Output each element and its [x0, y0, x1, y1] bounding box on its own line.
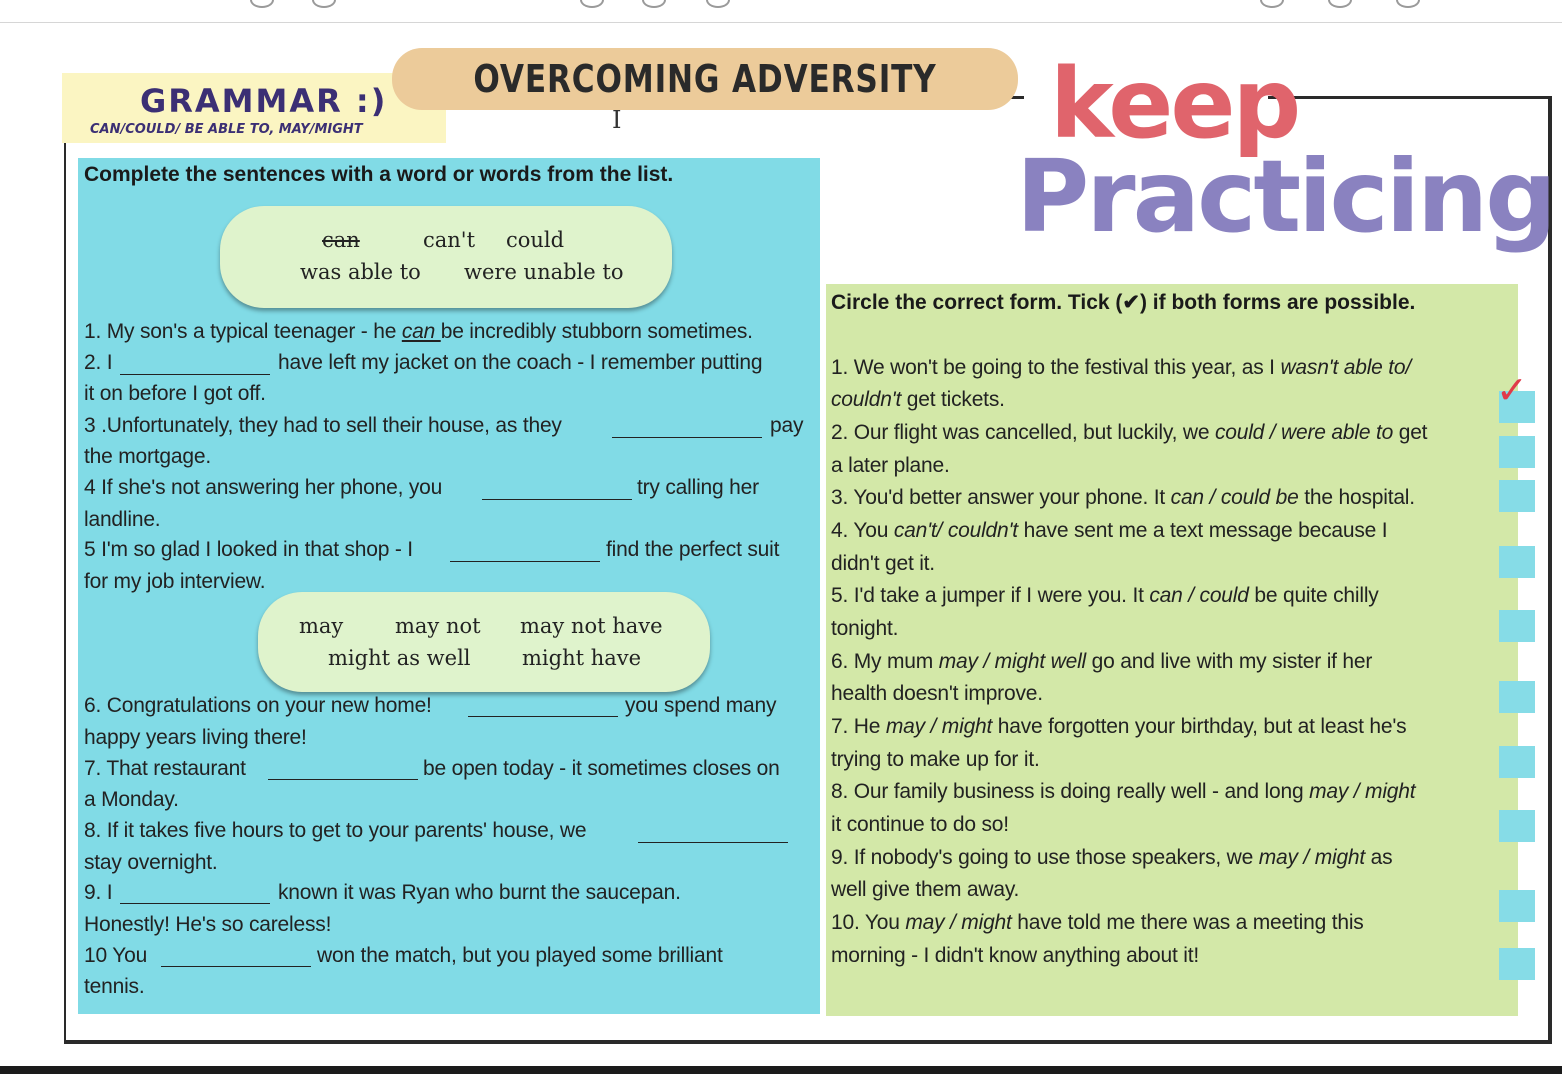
item-7-line2: trying to make up for it.	[831, 748, 1040, 771]
word-item: may	[299, 614, 344, 638]
answer-blank[interactable]	[450, 561, 600, 562]
sentence-7-cont: be open today - it sometimes closes on	[423, 757, 780, 780]
sentence-10: 10 You	[84, 944, 148, 967]
sentence-4-cont: try calling her	[637, 476, 759, 499]
tool-icon[interactable]	[580, 0, 604, 8]
word-item: were unable to	[464, 260, 624, 284]
answer-text: can	[401, 320, 441, 343]
sentence-2-cont: have left my jacket on the coach - I rem…	[278, 351, 763, 374]
word-item: might have	[522, 646, 642, 670]
answer-blank[interactable]	[161, 966, 311, 967]
tool-icon[interactable]	[642, 0, 666, 8]
tool-icon[interactable]	[250, 0, 274, 8]
grammar-title: GRAMMAR :)	[140, 82, 388, 120]
word-list-box: can can't could was able to were unable …	[220, 206, 672, 308]
sentence-3: 3 .Unfortunately, they had to sell their…	[84, 414, 562, 437]
item-8-line2: it continue to do so!	[831, 813, 1009, 836]
word-item: can	[322, 228, 360, 252]
sentence-3-line2: the mortgage.	[84, 445, 211, 468]
tick-box[interactable]	[1499, 436, 1535, 468]
item-9: 9. If nobody's going to use those speake…	[831, 846, 1393, 869]
sentence-9: 9. I	[84, 881, 113, 904]
frame-divider	[1268, 96, 1548, 99]
tick-box[interactable]	[1499, 890, 1535, 922]
tool-icon[interactable]	[1396, 0, 1420, 8]
item-6: 6. My mum may / might well go and live w…	[831, 650, 1373, 673]
item-4-line2: didn't get it.	[831, 552, 935, 575]
word-item: was able to	[300, 260, 421, 284]
answer-blank[interactable]	[120, 903, 270, 904]
answer-blank[interactable]	[612, 437, 762, 438]
answer-blank[interactable]	[268, 779, 418, 780]
item-2: 2. Our flight was cancelled, but luckily…	[831, 421, 1428, 444]
sentence-10-cont: won the match, but you played some brill…	[317, 944, 723, 967]
item-1-line2: couldn't get tickets.	[831, 388, 1005, 411]
tool-icon[interactable]	[706, 0, 730, 8]
check-mark-icon: ✓	[1496, 368, 1528, 412]
sentence-3-cont: pay	[770, 414, 804, 437]
tick-box[interactable]	[1499, 948, 1535, 980]
item-5-line2: tonight.	[831, 617, 899, 640]
sentence-9-cont: known it was Ryan who burnt the saucepan…	[278, 881, 681, 904]
word-item: could	[506, 228, 565, 252]
answer-blank[interactable]	[482, 499, 632, 500]
tool-icon[interactable]	[312, 0, 336, 8]
practicing-heading: Practicing	[1016, 138, 1557, 255]
tick-box[interactable]	[1499, 610, 1535, 642]
bottom-bar	[0, 1066, 1562, 1074]
word-item: might as well	[328, 646, 471, 670]
item-7: 7. He may / might have forgotten your bi…	[831, 715, 1407, 738]
sentence-10-line2: tennis.	[84, 975, 145, 998]
sentence-9-line2: Honestly! He's so careless!	[84, 913, 332, 936]
item-5: 5. I'd take a jumper if I were you. It c…	[831, 584, 1379, 607]
sentence-1: 1. My son's a typical teenager - he can …	[84, 320, 753, 343]
tick-box[interactable]	[1499, 810, 1535, 842]
item-3: 3. You'd better answer your phone. It ca…	[831, 486, 1415, 509]
tick-box[interactable]	[1499, 746, 1535, 778]
sentence-6-cont: you spend many	[625, 694, 777, 717]
tick-box[interactable]	[1499, 546, 1535, 578]
right-instruction: Circle the correct form. Tick (✔) if bot…	[831, 291, 1416, 314]
viewer-toolbar	[0, 0, 1562, 23]
item-9-line2: well give them away.	[831, 878, 1020, 901]
sentence-5-line2: for my job interview.	[84, 570, 266, 593]
item-8: 8. Our family business is doing really w…	[831, 780, 1416, 803]
answer-blank[interactable]	[120, 374, 270, 375]
grammar-subtitle: CAN/COULD/ BE ABLE TO, MAY/MIGHT	[90, 122, 363, 137]
sentence-6-line2: happy years living there!	[84, 726, 307, 749]
word-item: may not	[395, 614, 481, 638]
answer-blank[interactable]	[468, 716, 618, 717]
topic-title: OVERCOMING ADVERSITY	[473, 57, 937, 101]
sentence-2-line2: it on before I got off.	[84, 382, 266, 405]
tick-box[interactable]	[1499, 681, 1535, 713]
item-1: 1. We won't be going to the festival thi…	[831, 356, 1412, 379]
left-instruction: Complete the sentences with a word or wo…	[84, 163, 674, 186]
item-10: 10. You may / might have told me there w…	[831, 911, 1364, 934]
text-cursor-icon: I	[612, 106, 622, 134]
item-6-line2: health doesn't improve.	[831, 682, 1043, 705]
sentence-5-cont: find the perfect suit	[606, 538, 780, 561]
tick-box[interactable]	[1499, 480, 1535, 512]
sentence-7: 7. That restaurant	[84, 757, 246, 780]
tool-icon[interactable]	[1260, 0, 1284, 8]
item-4: 4. You can't/ couldn't have sent me a te…	[831, 519, 1388, 542]
tool-icon[interactable]	[1328, 0, 1352, 8]
word-list-box: may may not may not have might as well m…	[258, 592, 710, 692]
sentence-7-line2: a Monday.	[84, 788, 179, 811]
answer-blank[interactable]	[638, 842, 788, 843]
sentence-5: 5 I'm so glad I looked in that shop - I	[84, 538, 413, 561]
word-item: can't	[423, 228, 476, 252]
sentence-4-line2: landline.	[84, 508, 161, 531]
sentence-6: 6. Congratulations on your new home!	[84, 694, 432, 717]
item-2-line2: a later plane.	[831, 454, 950, 477]
word-item: may not have	[520, 614, 663, 638]
sentence-8: 8. If it takes five hours to get to your…	[84, 819, 587, 842]
sentence-4: 4 If she's not answering her phone, you	[84, 476, 443, 499]
sentence-8-line2: stay overnight.	[84, 851, 218, 874]
sentence-2: 2. I	[84, 351, 113, 374]
item-10-line2: morning - I didn't know anything about i…	[831, 944, 1199, 967]
